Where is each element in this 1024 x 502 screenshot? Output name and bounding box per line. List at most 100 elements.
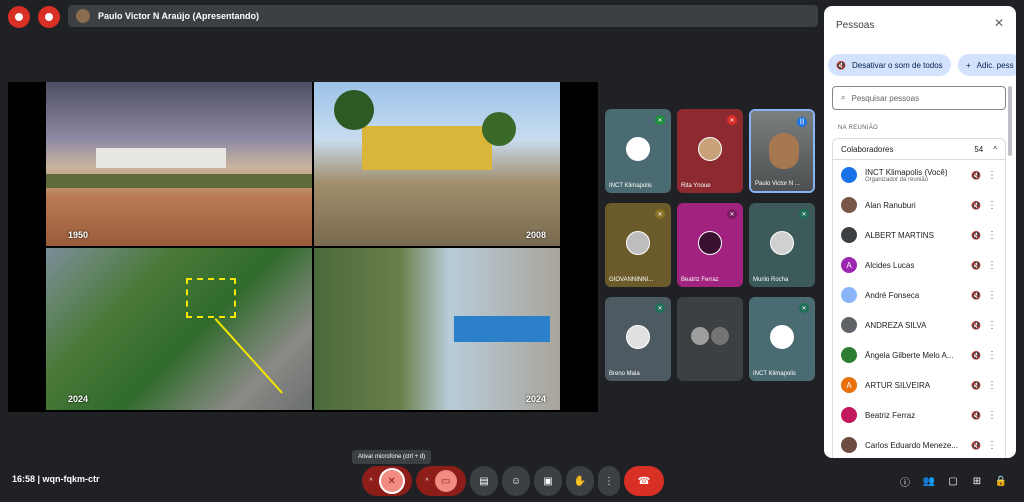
- participant-tile[interactable]: ✕ INCT Klimapolis: [749, 297, 815, 381]
- participant-tile[interactable]: ✕ GIOVANNINNI...: [605, 203, 671, 287]
- list-item[interactable]: A ARTUR SILVEIRA 🔇 ⋮: [833, 370, 1007, 400]
- more-icon[interactable]: ⋮: [987, 230, 997, 241]
- presenter-label: Paulo Victor N Araújo (Apresentando): [98, 11, 260, 21]
- mic-muted-icon: ✕: [655, 209, 665, 219]
- captions-icon: ▤: [479, 475, 489, 487]
- recording-icon[interactable]: [8, 6, 30, 28]
- participant-tile[interactable]: ✕ Murilo Rocha: [749, 203, 815, 287]
- mic-muted-icon: ✕: [655, 115, 665, 125]
- tile-name: Breno Maia: [609, 371, 640, 377]
- panel-title: Pessoas: [836, 20, 875, 31]
- people-icon[interactable]: 👥: [920, 472, 938, 490]
- list-item[interactable]: ALBERT MARTINS 🔇 ⋮: [833, 220, 1007, 250]
- yellow-building: [362, 126, 492, 170]
- mic-muted-icon[interactable]: 🔇: [971, 351, 981, 360]
- tile-name: Rita Ynoue: [681, 183, 711, 189]
- mic-muted-icon[interactable]: 🔇: [971, 321, 981, 330]
- mic-muted-icon: ✕: [727, 209, 737, 219]
- participant-tile[interactable]: ✕ Rita Ynoue: [677, 109, 743, 193]
- reactions-button[interactable]: ☺: [502, 466, 530, 496]
- list-item[interactable]: Carlos Eduardo Meneze... 🔇 ⋮: [833, 430, 1007, 458]
- participant-list: INCT Klimapolis (Você) Organizador da reu…: [832, 160, 1006, 458]
- list-item[interactable]: ANDREZA SILVA 🔇 ⋮: [833, 310, 1007, 340]
- person-name: ARTUR SILVEIRA: [865, 380, 931, 390]
- more-icon[interactable]: ⋮: [987, 200, 997, 211]
- list-item[interactable]: Ângela Gilberte Melo A... 🔇 ⋮: [833, 340, 1007, 370]
- more-icon[interactable]: ⋮: [987, 350, 997, 361]
- avatar: [841, 167, 857, 183]
- top-bar: Paulo Victor N Araújo (Apresentando): [0, 0, 820, 34]
- mute-all-icon: 🔇: [836, 60, 846, 70]
- raise-hand-button[interactable]: ✋: [566, 466, 594, 496]
- more-icon[interactable]: ⋮: [987, 320, 997, 331]
- live-stream-icon[interactable]: [38, 6, 60, 28]
- list-item[interactable]: André Fonseca 🔇 ⋮: [833, 280, 1007, 310]
- participant-tile-speaking[interactable]: ||| Paulo Victor N ...: [749, 109, 815, 193]
- participant-tile[interactable]: ✕ Beatriz Ferraz: [677, 203, 743, 287]
- scrollbar[interactable]: [1008, 86, 1012, 156]
- mic-muted-icon[interactable]: 🔇: [971, 171, 981, 180]
- add-person-icon: +: [966, 60, 971, 70]
- mic-muted-icon[interactable]: 🔇: [971, 261, 981, 270]
- mic-muted-icon[interactable]: 🔇: [971, 441, 981, 450]
- list-item[interactable]: Beatriz Ferraz 🔇 ⋮: [833, 400, 1007, 430]
- mic-muted-icon[interactable]: 🔇: [971, 231, 981, 240]
- presenter-banner[interactable]: Paulo Victor N Araújo (Apresentando): [68, 5, 818, 27]
- list-item[interactable]: Alan Ranuburi 🔇 ⋮: [833, 190, 1007, 220]
- leave-call-button[interactable]: ☎: [624, 466, 664, 496]
- mic-off-icon: ✕: [378, 468, 405, 494]
- more-icon[interactable]: ⋮: [987, 170, 997, 181]
- year-label: 2008: [525, 230, 546, 240]
- chat-icon[interactable]: ▢: [944, 472, 962, 490]
- host-controls-icon[interactable]: 🔒: [992, 472, 1010, 490]
- mic-muted-icon[interactable]: 🔇: [971, 411, 981, 420]
- shared-screen: 1950 2008 2024 2024: [8, 82, 598, 412]
- tile-name: GIOVANNINNI...: [609, 277, 654, 283]
- participant-tile[interactable]: ✕ Breno Maia: [605, 297, 671, 381]
- more-icon[interactable]: ⋮: [987, 440, 997, 451]
- speaker-face: [769, 133, 799, 169]
- avatar: [841, 227, 857, 243]
- people-panel: Pessoas ✕ 🔇 Desativar o som de todos + A…: [824, 6, 1016, 458]
- mic-muted-icon: ✕: [799, 303, 809, 313]
- avatar: [711, 327, 729, 345]
- activities-icon[interactable]: ⊞: [968, 472, 986, 490]
- add-people-button[interactable]: + Adic. pess: [958, 54, 1016, 76]
- avatar: [698, 231, 722, 255]
- person-name: ALBERT MARTINS: [865, 230, 934, 240]
- collaborators-count: 54: [974, 144, 984, 154]
- present-button[interactable]: ▣: [534, 466, 562, 496]
- section-label: NA REUNIÃO: [838, 125, 879, 131]
- person-name: André Fonseca: [865, 290, 920, 300]
- mute-all-button[interactable]: 🔇 Desativar o som de todos: [828, 54, 951, 76]
- emoji-icon: ☺: [510, 475, 522, 487]
- mic-muted-icon[interactable]: 🔇: [971, 291, 981, 300]
- person-name: INCT Klimapolis (Você): [865, 167, 948, 177]
- mic-muted-icon[interactable]: 🔇: [971, 201, 981, 210]
- avatar: [841, 317, 857, 333]
- person-name: Beatriz Ferraz: [865, 410, 916, 420]
- chevron-up-icon: ^: [369, 477, 373, 485]
- collaborators-header[interactable]: Colaboradores 54 ^: [832, 138, 1006, 160]
- more-icon[interactable]: ⋮: [987, 380, 997, 391]
- close-icon[interactable]: ✕: [994, 16, 1004, 30]
- more-icon[interactable]: ⋮: [987, 410, 997, 421]
- more-icon[interactable]: ⋮: [987, 290, 997, 301]
- captions-button[interactable]: ▤: [470, 466, 498, 496]
- search-icon: ⌕: [841, 93, 846, 102]
- info-icon[interactable]: ⓘ: [896, 472, 914, 490]
- participant-tile-group[interactable]: [677, 297, 743, 381]
- microphone-button[interactable]: ^ ✕: [362, 466, 412, 496]
- list-item[interactable]: INCT Klimapolis (Você) Organizador da reu…: [833, 160, 1007, 190]
- more-icon[interactable]: ⋮: [987, 260, 997, 271]
- photo-1950: 1950: [46, 82, 312, 246]
- mic-muted-icon[interactable]: 🔇: [971, 381, 981, 390]
- list-item[interactable]: A Alcides Lucas 🔇 ⋮: [833, 250, 1007, 280]
- search-input[interactable]: ⌕ Pesquisar pessoas: [832, 86, 1006, 110]
- more-options-button[interactable]: ⋮: [598, 466, 620, 496]
- meeting-time-code: 16:58 | wqn-fqkm-ctr: [12, 474, 100, 484]
- camera-button[interactable]: ^ ▭: [416, 466, 466, 496]
- tile-name: INCT Klimapolis: [753, 371, 796, 377]
- year-label: 2024: [68, 394, 89, 404]
- participant-tile[interactable]: ✕ INCT Klimapolis: [605, 109, 671, 193]
